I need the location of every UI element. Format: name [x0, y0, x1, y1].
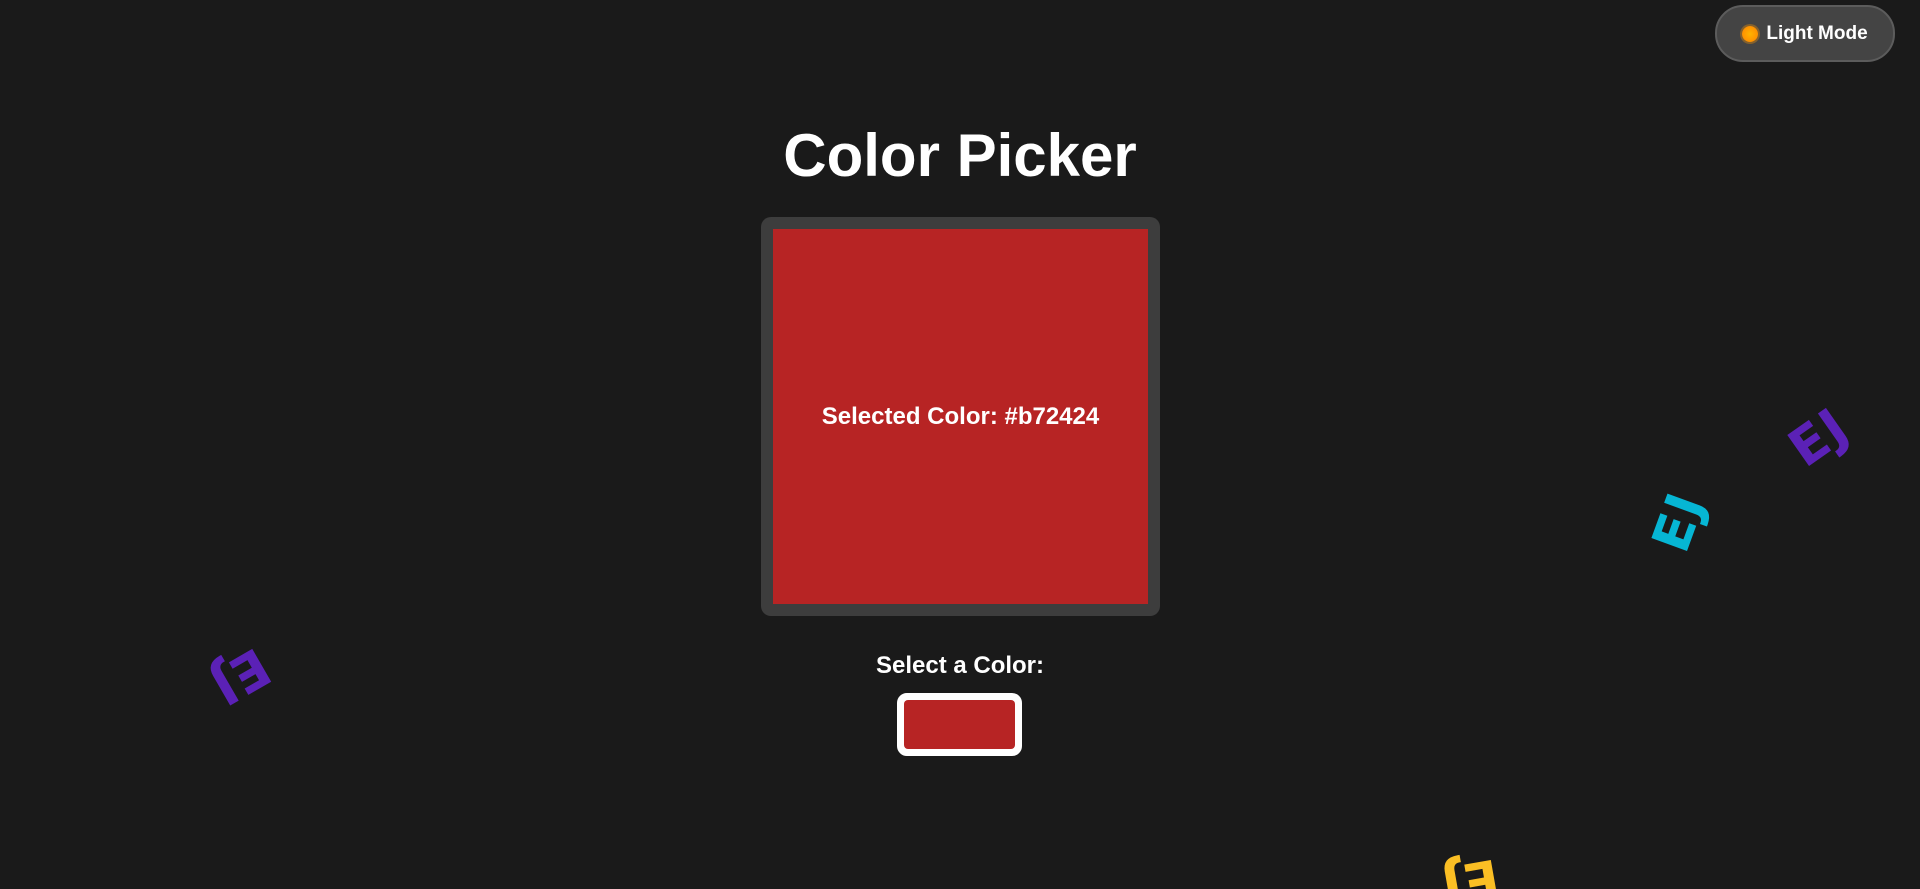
floating-logo: EJ [1641, 484, 1718, 560]
color-preview-swatch: Selected Color: #b72424 [773, 229, 1148, 604]
theme-toggle-button[interactable]: Light Mode [1715, 5, 1895, 62]
floating-logo: EJ [1435, 846, 1504, 889]
select-color-label: Select a Color: [875, 652, 1045, 679]
selected-color-text: Selected Color: #b72424 [821, 402, 1100, 430]
sun-icon [1742, 25, 1759, 42]
theme-toggle-label: Light Mode [1766, 22, 1868, 44]
page-title: Color Picker [783, 122, 1137, 189]
floating-logo: EJ [198, 635, 280, 717]
floating-logo: EJ [1778, 396, 1861, 480]
color-input[interactable] [897, 693, 1022, 756]
page: Light Mode Color Picker Selected Color: … [0, 0, 1920, 889]
color-preview-frame: Selected Color: #b72424 [761, 217, 1160, 616]
color-input-swatch [904, 700, 1015, 749]
